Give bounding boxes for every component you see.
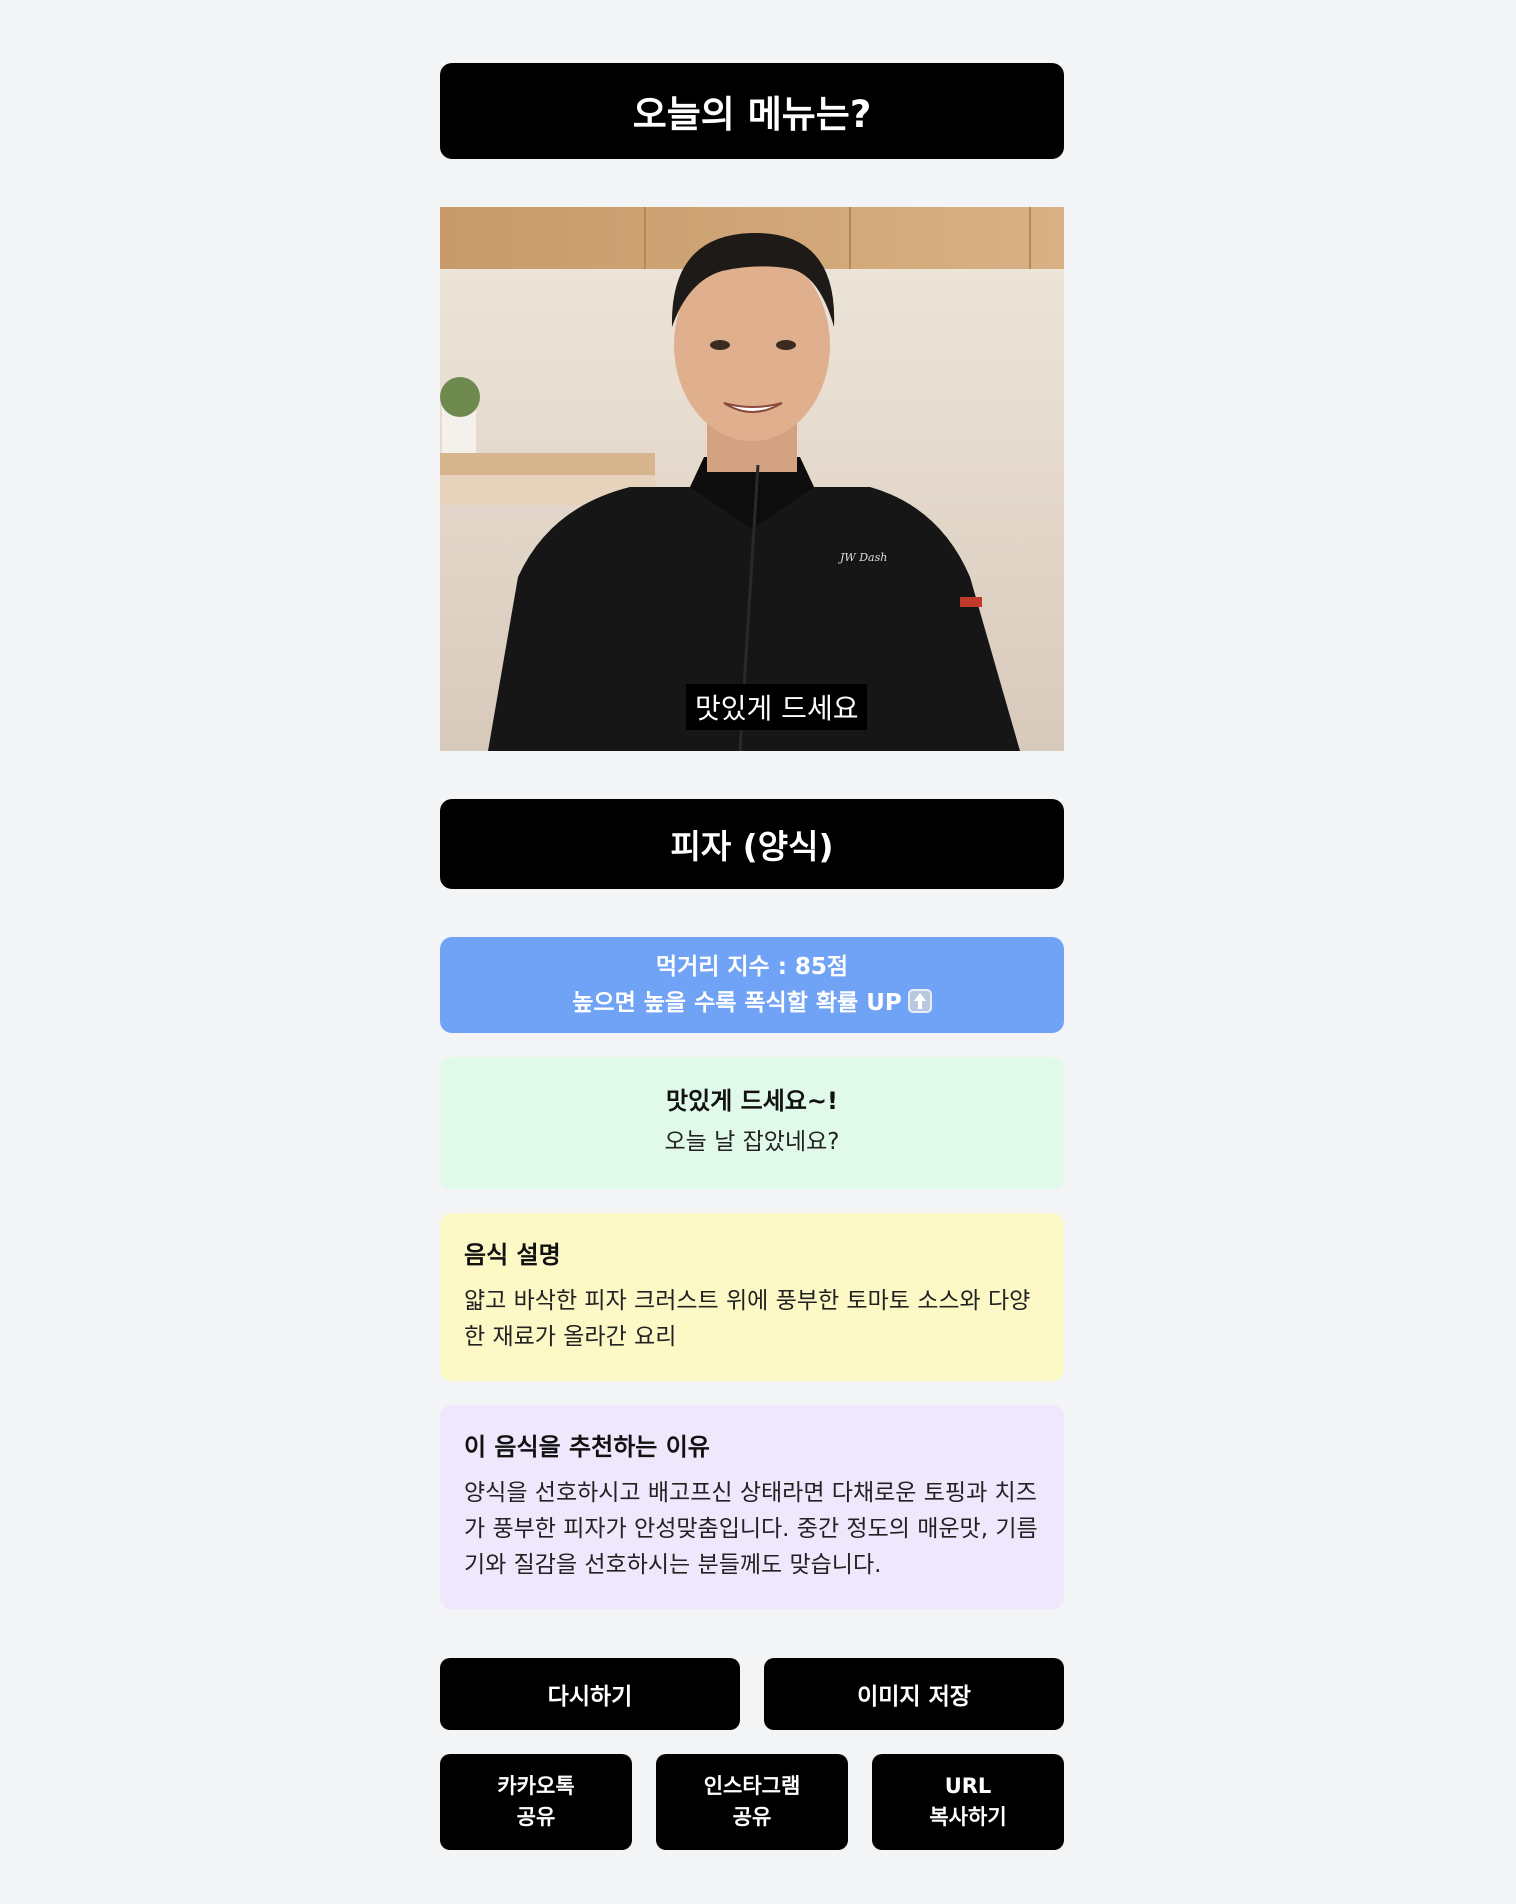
kakao-share-label-2: 공유	[516, 1805, 556, 1829]
svg-text:JW Dash: JW Dash	[838, 551, 887, 564]
reason-title: 이 음식을 추천하는 이유	[464, 1433, 710, 1461]
copy-url-label-2: 복사하기	[929, 1805, 1007, 1829]
copy-url-label-1: URL	[944, 1774, 992, 1798]
kakao-share-label-1: 카카오톡	[497, 1774, 575, 1798]
save-image-button[interactable]: 이미지 저장	[764, 1658, 1064, 1730]
instagram-share-label-1: 인스타그램	[703, 1774, 801, 1798]
description-box: 음식 설명 얇고 바삭한 피자 크러스트 위에 풍부한 토마토 소스와 다양한 …	[440, 1213, 1064, 1381]
chef-photo: JW Dash 맛있게 드세요	[440, 207, 1064, 751]
retry-button[interactable]: 다시하기	[440, 1658, 740, 1730]
instagram-share-label-2: 공유	[732, 1805, 772, 1829]
message-title: 맛있게 드세요~!	[666, 1087, 838, 1115]
message-subtitle: 오늘 날 잡았네요?	[664, 1129, 840, 1155]
score-hint: 높으면 높을 수록 폭식할 확률 UP	[572, 985, 932, 1021]
instagram-share-button[interactable]: 인스타그램 공유	[656, 1754, 848, 1850]
video-caption: 맛있게 드세요	[686, 684, 868, 730]
eating-score: 먹거리 지수 : 85점	[655, 954, 849, 980]
reason-text: 양식을 선호하시고 배고프신 상태라면 다채로운 토핑과 치즈가 풍부한 피자가…	[464, 1480, 1038, 1578]
menu-result: 피자 (양식)	[440, 799, 1064, 889]
result-page: 오늘의 메뉴는? JW Dash 맛있게 드세요 피자 (양식) 먹거리 지수 …	[0, 0, 1516, 1904]
chef-image: JW Dash	[440, 207, 1064, 751]
message-box: 맛있게 드세요~! 오늘 날 잡았네요?	[440, 1057, 1064, 1189]
reason-box: 이 음식을 추천하는 이유 양식을 선호하시고 배고프신 상태라면 다채로운 토…	[440, 1405, 1064, 1609]
up-arrow-icon	[907, 989, 932, 1013]
description-title: 음식 설명	[464, 1241, 561, 1269]
page-title: 오늘의 메뉴는?	[440, 63, 1064, 159]
score-hint-text: 높으면 높을 수록 폭식할 확률 UP	[572, 990, 902, 1016]
kakao-share-button[interactable]: 카카오톡 공유	[440, 1754, 632, 1850]
eating-score-box: 먹거리 지수 : 85점 높으면 높을 수록 폭식할 확률 UP	[440, 937, 1064, 1033]
description-text: 얇고 바삭한 피자 크러스트 위에 풍부한 토마토 소스와 다양한 재료가 올라…	[464, 1288, 1031, 1350]
copy-url-button[interactable]: URL 복사하기	[872, 1754, 1064, 1850]
